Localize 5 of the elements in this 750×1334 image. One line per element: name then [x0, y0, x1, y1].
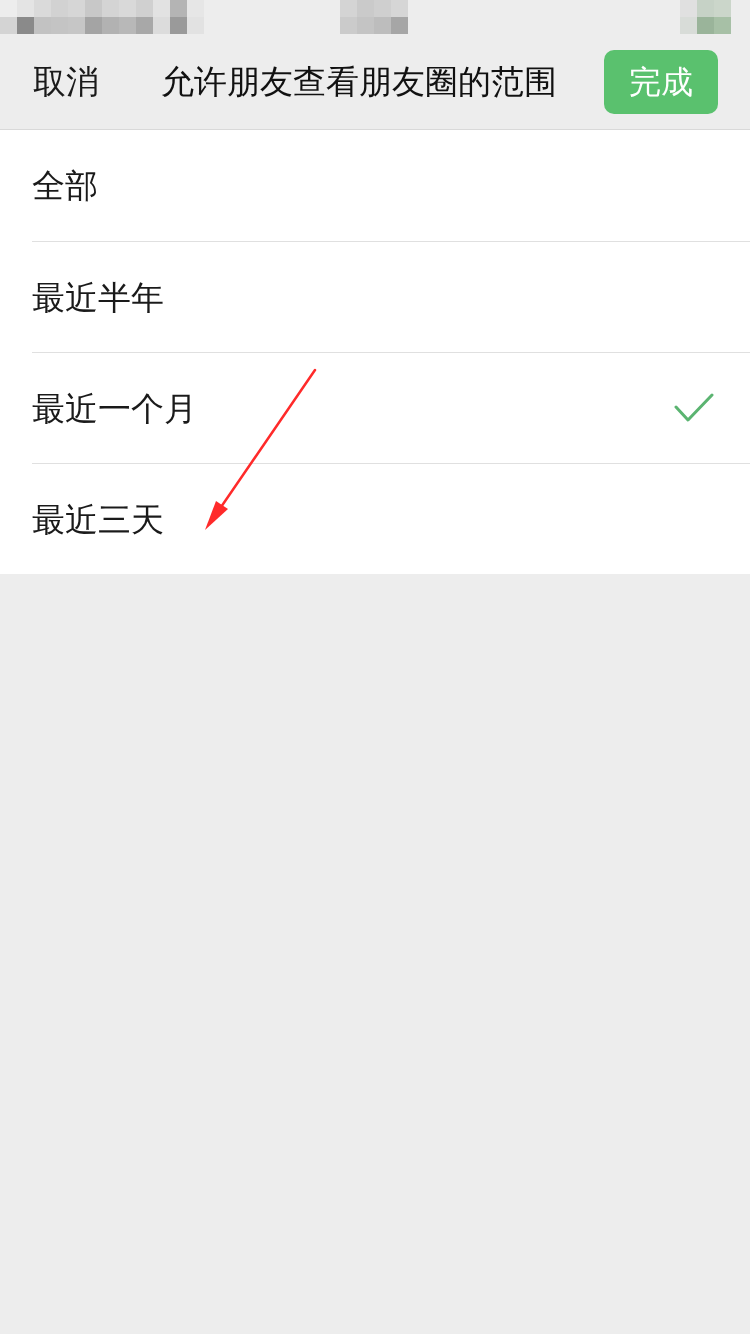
option-row[interactable]: 最近一个月	[32, 352, 750, 463]
option-row[interactable]: 最近半年	[32, 241, 750, 352]
page-title: 允许朋友查看朋友圈的范围	[161, 65, 557, 98]
option-row[interactable]: 全部	[32, 130, 750, 241]
cancel-button[interactable]: 取消	[33, 65, 99, 98]
